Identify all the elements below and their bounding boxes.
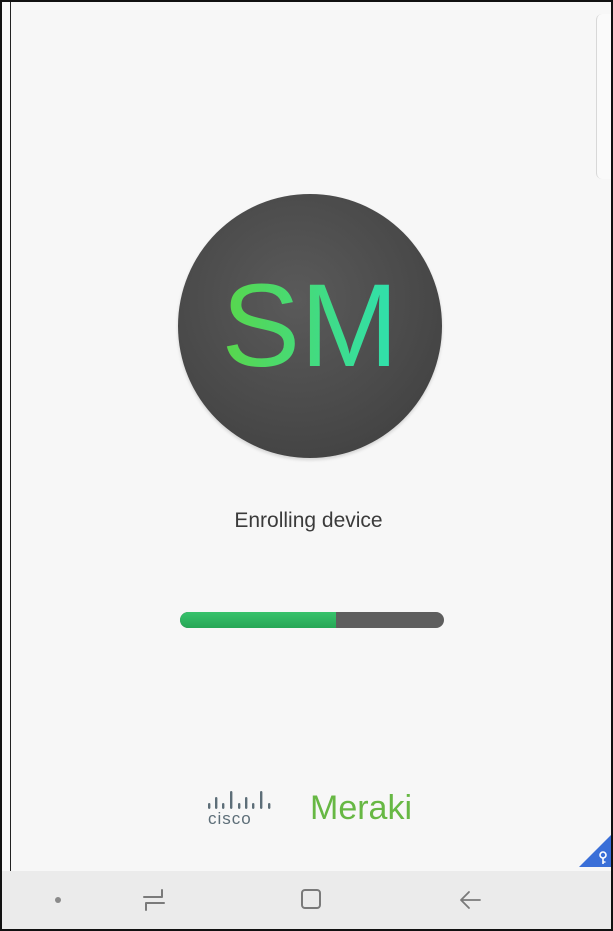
- dot-indicator-icon[interactable]: [55, 897, 61, 903]
- scrollbar[interactable]: [596, 14, 611, 179]
- status-text: Enrolling device: [234, 509, 383, 532]
- progress-fill: [180, 612, 336, 628]
- sm-logo: SM: [178, 194, 442, 458]
- logo-text: SM: [222, 260, 399, 392]
- back-arrow-icon[interactable]: [458, 887, 486, 913]
- key-icon[interactable]: [579, 835, 611, 867]
- home-icon[interactable]: [299, 887, 325, 913]
- window-edge: [10, 2, 11, 929]
- systems-manager-logo-icon: SM: [222, 260, 399, 392]
- cisco-wordmark: cisco: [208, 809, 252, 828]
- meraki-wordmark: Meraki: [310, 789, 413, 827]
- navigation-bar: [2, 871, 611, 929]
- progress-bar: [180, 612, 444, 628]
- recent-apps-icon[interactable]: [140, 885, 168, 913]
- app-screen: SM Enrolling device cisco Meraki: [0, 0, 613, 931]
